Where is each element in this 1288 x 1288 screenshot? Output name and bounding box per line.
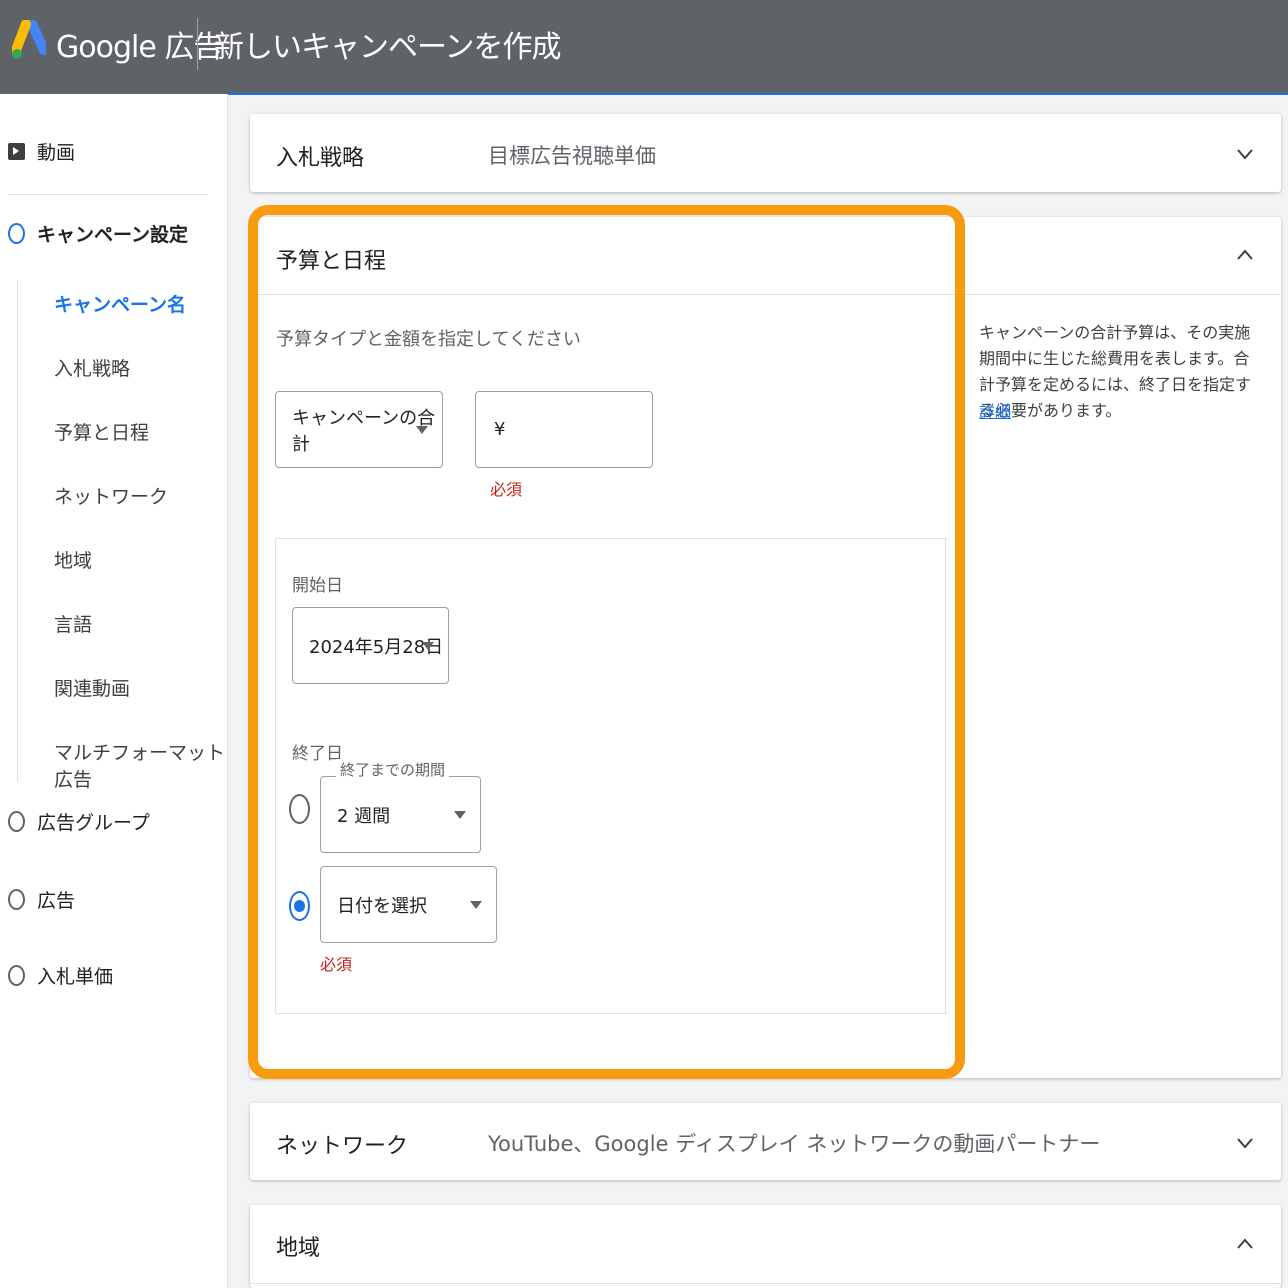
sidebar-step-label: 入札単価 bbox=[37, 966, 114, 988]
sidebar-step-bids[interactable]: 入札単価 bbox=[8, 962, 113, 989]
chevron-down-icon[interactable] bbox=[1237, 1135, 1253, 1151]
sidebar-step-label: キャンペーン設定 bbox=[37, 224, 189, 246]
sidebar-item-region[interactable]: 地域 bbox=[54, 546, 92, 573]
sidebar-rail bbox=[17, 280, 18, 782]
date-select-value: 日付を選択 bbox=[337, 895, 427, 917]
budget-type-select[interactable]: キャンペーンの合計 bbox=[275, 391, 443, 468]
panel-title: 予算と日程 bbox=[276, 249, 387, 274]
page-title: 新しいキャンペーンを作成 bbox=[214, 30, 561, 65]
panel-summary: 目標広告視聴単価 bbox=[488, 144, 656, 168]
dropdown-arrow-icon bbox=[422, 641, 434, 650]
sidebar-item-bidding[interactable]: 入札戦略 bbox=[54, 354, 130, 381]
sidebar: 動画 キャンペーン設定 キャンペーン名 入札戦略 予算と日程 ネットワーク 地域… bbox=[0, 94, 228, 1288]
step-circle-icon bbox=[8, 889, 25, 910]
chevron-down-icon[interactable] bbox=[1237, 146, 1253, 162]
budget-schedule-panel: 予算と日程 予算タイプと金額を指定してください キャンペーンの合計 ¥ 必須 開… bbox=[250, 217, 1281, 1078]
sidebar-step-label: 広告グループ bbox=[37, 812, 150, 834]
panel-title: 地域 bbox=[276, 1236, 321, 1261]
sidebar-divider bbox=[8, 194, 208, 195]
start-date-label: 開始日 bbox=[292, 576, 343, 596]
panel-divider bbox=[250, 1283, 1281, 1284]
dropdown-arrow-icon bbox=[416, 425, 428, 434]
step-circle-icon bbox=[8, 965, 25, 986]
dropdown-arrow-icon bbox=[470, 900, 482, 909]
required-error: 必須 bbox=[490, 480, 523, 499]
sidebar-item-multiformat-ads[interactable]: マルチフォーマット広告 bbox=[54, 738, 227, 792]
panel-title: ネットワーク bbox=[276, 1134, 409, 1159]
panel-divider bbox=[258, 294, 1281, 295]
chevron-up-icon[interactable] bbox=[1237, 1236, 1253, 1252]
date-required-error: 必須 bbox=[320, 955, 353, 974]
sidebar-item-budget[interactable]: 予算と日程 bbox=[54, 418, 149, 445]
sidebar-step-ad-group[interactable]: 広告グループ bbox=[8, 808, 150, 835]
date-select-radio[interactable] bbox=[289, 891, 310, 921]
sidebar-step-ads[interactable]: 広告 bbox=[8, 886, 75, 913]
dropdown-arrow-icon bbox=[454, 810, 466, 819]
sidebar-item-related-videos[interactable]: 関連動画 bbox=[54, 674, 130, 701]
duration-value: 2 週間 bbox=[337, 805, 391, 827]
sidebar-item-label: 動画 bbox=[37, 142, 76, 164]
step-circle-icon bbox=[8, 223, 25, 244]
currency-symbol: ¥ bbox=[494, 419, 506, 440]
budget-amount-input[interactable]: ¥ bbox=[475, 391, 653, 468]
bidding-panel[interactable]: 入札戦略 目標広告視聴単価 bbox=[250, 114, 1281, 192]
duration-radio[interactable] bbox=[289, 794, 310, 824]
sidebar-item-campaign-name[interactable]: キャンペーン名 bbox=[54, 290, 186, 317]
google-ads-logo-icon bbox=[12, 20, 46, 59]
header-divider bbox=[197, 18, 198, 70]
chevron-up-icon[interactable] bbox=[1237, 247, 1253, 263]
sidebar-step-label: 広告 bbox=[37, 890, 76, 912]
start-date-select[interactable]: 2024年5月28日 bbox=[292, 607, 449, 684]
video-icon bbox=[8, 143, 25, 160]
duration-legend: 終了までの期間 bbox=[336, 759, 450, 780]
sidebar-item-language[interactable]: 言語 bbox=[54, 610, 92, 637]
panel-summary: YouTube、Google ディスプレイ ネットワークの動画パートナー bbox=[488, 1132, 1101, 1156]
panel-title: 入札戦略 bbox=[276, 146, 365, 171]
sidebar-step-campaign-settings[interactable]: キャンペーン設定 bbox=[8, 220, 188, 247]
learn-more-link[interactable]: 詳細 bbox=[979, 398, 1011, 422]
network-panel[interactable]: ネットワーク YouTube、Google ディスプレイ ネットワークの動画パー… bbox=[250, 1103, 1281, 1180]
progress-line bbox=[228, 93, 1288, 95]
budget-help-text: キャンペーンの合計予算は、その実施期間中に生じた総費用を表します。合計予算を定め… bbox=[979, 323, 1252, 420]
duration-select[interactable]: 2 週間 bbox=[320, 776, 481, 853]
sidebar-item-video[interactable]: 動画 bbox=[8, 138, 75, 165]
top-app-bar: Google 広告 新しいキャンペーンを作成 bbox=[0, 0, 1288, 94]
date-select[interactable]: 日付を選択 bbox=[320, 866, 497, 943]
step-circle-icon bbox=[8, 811, 25, 832]
budget-description: 予算タイプと金額を指定してください bbox=[276, 329, 581, 350]
sidebar-item-network[interactable]: ネットワーク bbox=[54, 482, 168, 509]
region-panel[interactable]: 地域 bbox=[250, 1205, 1281, 1288]
